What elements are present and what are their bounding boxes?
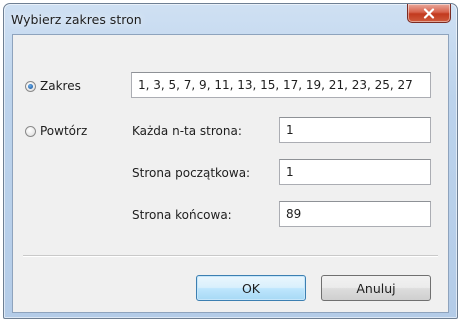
- range-radio-label: Zakres: [40, 79, 81, 93]
- separator: [23, 255, 438, 257]
- close-button[interactable]: [407, 4, 451, 23]
- every-nth-page-input[interactable]: [279, 117, 431, 143]
- dialog-body: Zakres Powtórz Każda n-ta strona: Strona…: [12, 34, 449, 313]
- range-radio[interactable]: Zakres: [25, 79, 81, 93]
- end-page-input[interactable]: [279, 201, 431, 227]
- window-title: Wybierz zakres stron: [11, 12, 142, 27]
- repeat-radio-label: Powtórz: [40, 124, 88, 138]
- radio-selected-dot: [28, 83, 33, 89]
- start-page-input[interactable]: [279, 159, 431, 185]
- close-icon: [423, 7, 435, 19]
- dialog-window: Wybierz zakres stron Zakres Powtórz Każd…: [3, 3, 458, 319]
- page-range-input[interactable]: [131, 72, 431, 98]
- repeat-radio[interactable]: Powtórz: [25, 124, 87, 138]
- cancel-button[interactable]: Anuluj: [321, 275, 431, 301]
- ok-button[interactable]: OK: [196, 275, 306, 301]
- every-nth-page-label: Każda n-ta strona:: [132, 124, 242, 138]
- end-page-label: Strona końcowa:: [132, 208, 232, 222]
- range-radio-button[interactable]: [25, 80, 36, 92]
- start-page-label: Strona początkowa:: [132, 166, 251, 180]
- repeat-radio-button[interactable]: [25, 125, 36, 137]
